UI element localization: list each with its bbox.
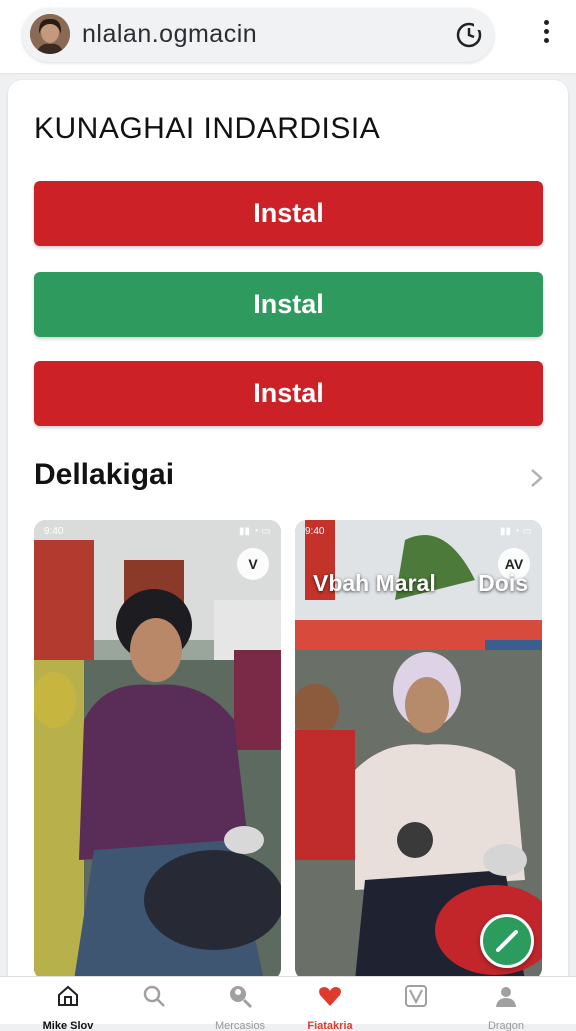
refresh-icon[interactable] xyxy=(454,20,484,50)
nav-item-fiatakria[interactable]: Fiatakria xyxy=(282,983,378,1031)
nav-label xyxy=(368,1021,464,1031)
nav-label: Mike Slov xyxy=(42,1021,94,1031)
bottom-navigation: Mike Slov Mercasios Fiatakria Dragon xyxy=(0,976,576,1031)
profile-icon xyxy=(496,987,516,1007)
nav-item-check[interactable] xyxy=(368,983,464,1025)
status-time: 9:40 xyxy=(305,526,325,537)
page-title: KUNAGHAI INDARDISIA xyxy=(34,112,381,145)
nav-item-home[interactable]: Mike Slov xyxy=(20,983,116,1031)
home-icon xyxy=(58,985,78,1006)
nav-item-mercasios[interactable]: Mercasios xyxy=(192,983,288,1031)
install-card: KUNAGHAI INDARDISIA Instal Instal Instal… xyxy=(8,80,568,980)
nav-label: Dragon xyxy=(487,1021,525,1031)
nav-label: Fiatakria xyxy=(307,1021,353,1031)
video-thumbnail[interactable]: 9:40 ▮▮ ◔ ▭ AV Vbah Maral Dois xyxy=(295,520,542,980)
url-text[interactable]: nlalan.ogmacin xyxy=(82,20,257,49)
more-vert-icon[interactable] xyxy=(542,20,550,50)
browser-toolbar: nlalan.ogmacin xyxy=(0,0,576,74)
signal-battery-icon: ▮▮ ◔ ▭ xyxy=(499,526,532,537)
user-avatar[interactable] xyxy=(30,14,70,54)
nav-label: Mercasios xyxy=(214,1021,266,1031)
market-scene-image xyxy=(34,520,281,980)
install-button-3[interactable]: Instal xyxy=(34,361,543,426)
section-title: Dellakigai xyxy=(34,458,175,491)
search-person-icon xyxy=(230,986,253,1009)
search-icon xyxy=(143,985,165,1007)
nav-label xyxy=(106,1021,202,1031)
pencil-icon xyxy=(496,930,518,952)
address-bar[interactable]: nlalan.ogmacin xyxy=(22,8,494,62)
status-bar: 9:40 ▮▮ ◔ ▭ xyxy=(44,526,271,540)
video-title: Vbah Maral xyxy=(313,570,436,596)
status-bar: 9:40 ▮▮ ◔ ▭ xyxy=(305,526,532,540)
install-button-2[interactable]: Instal xyxy=(34,272,543,337)
edit-fab[interactable] xyxy=(480,914,534,968)
video-subtitle: Dois xyxy=(478,570,528,596)
card-badge[interactable]: V xyxy=(237,548,269,580)
video-thumbnail[interactable]: 9:40 ▮▮ ◔ ▭ V xyxy=(34,520,281,980)
nav-item-profile[interactable]: Dragon xyxy=(458,983,554,1031)
status-time: 9:40 xyxy=(44,526,64,537)
heart-icon xyxy=(319,987,341,1006)
nav-item-search[interactable] xyxy=(106,983,202,1025)
check-icon xyxy=(405,985,427,1007)
install-button-1[interactable]: Instal xyxy=(34,181,543,246)
signal-battery-icon: ▮▮ ◔ ▭ xyxy=(238,526,271,537)
chevron-right-icon[interactable] xyxy=(526,466,546,490)
